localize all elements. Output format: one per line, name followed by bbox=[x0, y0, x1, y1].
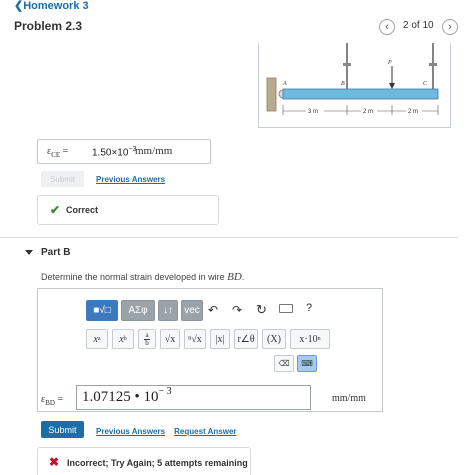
request-answer-link[interactable]: Request Answer bbox=[174, 427, 236, 436]
scientific-notation-button[interactable]: x·10 n bbox=[290, 329, 330, 349]
part-b-answer-label: εBD = bbox=[41, 394, 64, 407]
dim-3: 2 m bbox=[408, 109, 418, 115]
collapse-caret-icon[interactable] bbox=[25, 250, 33, 255]
part-a-answer-label: εCE = bbox=[47, 146, 69, 159]
next-problem-button[interactable]: › bbox=[442, 19, 458, 35]
redo-icon[interactable]: ↷ bbox=[232, 303, 242, 317]
transpose-button[interactable]: (X) bbox=[262, 329, 286, 349]
part-b-answer-input[interactable]: 1.07125 • 10− 3 bbox=[76, 385, 311, 410]
fraction-button[interactable]: ab bbox=[138, 329, 156, 349]
subscript-button[interactable]: xb bbox=[112, 329, 134, 349]
part-a-answer-value: 1.50×10−3 bbox=[92, 146, 137, 159]
keyboard-icon[interactable] bbox=[279, 304, 293, 313]
dim-1: 3 m bbox=[308, 109, 318, 115]
polar-button[interactable]: r∠θ bbox=[234, 329, 258, 349]
nth-root-button[interactable]: ⁿ√x bbox=[184, 329, 206, 349]
vec-button[interactable]: vec bbox=[181, 300, 203, 321]
back-link-label: Homework 3 bbox=[23, 0, 89, 12]
part-b-unit: mm/mm bbox=[332, 393, 366, 404]
chevron-left-icon: ‹ bbox=[385, 21, 389, 33]
part-b-links: Previous Answers Request Answer bbox=[96, 425, 237, 437]
part-b-feedback: ✖ Incorrect; Try Again; 5 attempts remai… bbox=[37, 447, 251, 475]
abs-button[interactable]: |x| bbox=[210, 329, 230, 349]
checkmark-icon: ✔ bbox=[50, 203, 61, 217]
label-c: C bbox=[423, 81, 428, 87]
sqrt-button[interactable]: √x bbox=[160, 329, 180, 349]
chevron-left-icon: ❮ bbox=[14, 0, 24, 12]
keyboard-toggle-icon[interactable]: ⌨ bbox=[297, 355, 317, 372]
section-divider bbox=[0, 237, 458, 238]
back-to-homework-link[interactable]: ❮Homework 3 bbox=[14, 0, 89, 12]
part-a-previous-answers-link[interactable]: Previous Answers bbox=[96, 175, 165, 184]
delete-icon[interactable]: ⌫ bbox=[274, 355, 294, 372]
part-a-unit: mm/mm bbox=[135, 145, 173, 157]
dim-2: 2 m bbox=[363, 109, 373, 115]
part-a-submit-button[interactable]: Submit bbox=[41, 171, 84, 187]
reset-icon[interactable]: ↻ bbox=[256, 302, 267, 318]
part-b-feedback-label: Incorrect; Try Again; 5 attempts remaini… bbox=[67, 458, 248, 468]
part-a-answer-box: εCE = 1.50×10−3 mm/mm bbox=[37, 139, 211, 164]
problem-figure: A B P C 3 m 2 m 2 m bbox=[258, 43, 451, 128]
symbol-toolbar: xa xb ab √x ⁿ√x |x| r∠θ (X) x·10 n bbox=[86, 329, 330, 349]
greek-button[interactable]: ΑΣφ bbox=[121, 300, 155, 321]
templates-button[interactable]: ■√□ bbox=[86, 300, 118, 321]
power-button[interactable]: xa bbox=[86, 329, 108, 349]
problem-title: Problem 2.3 bbox=[14, 19, 83, 33]
part-b-previous-answers-link[interactable]: Previous Answers bbox=[96, 427, 165, 436]
part-a-feedback-label: Correct bbox=[66, 205, 99, 215]
label-b: B bbox=[341, 81, 345, 87]
label-a: A bbox=[282, 81, 287, 87]
help-button[interactable]: ? bbox=[306, 302, 312, 314]
beam-diagram: A B P C 3 m 2 m 2 m bbox=[266, 43, 439, 115]
arrows-button[interactable]: ↓↑ bbox=[158, 300, 178, 321]
chevron-right-icon: › bbox=[448, 21, 452, 33]
previous-problem-button[interactable]: ‹ bbox=[379, 19, 395, 35]
problem-counter: 2 of 10 bbox=[403, 20, 434, 31]
part-b-submit-button[interactable]: Submit bbox=[41, 421, 84, 438]
part-b-title[interactable]: Part B bbox=[41, 247, 70, 258]
x-icon: ✖ bbox=[49, 455, 60, 469]
part-a-feedback: ✔ Correct bbox=[37, 195, 219, 225]
label-p: P bbox=[387, 60, 392, 66]
undo-icon[interactable]: ↶ bbox=[208, 303, 218, 317]
editor-toolbar: ■√□ ΑΣφ ↓↑ vec bbox=[86, 300, 203, 321]
part-b-question: Determine the normal strain developed in… bbox=[41, 271, 245, 283]
